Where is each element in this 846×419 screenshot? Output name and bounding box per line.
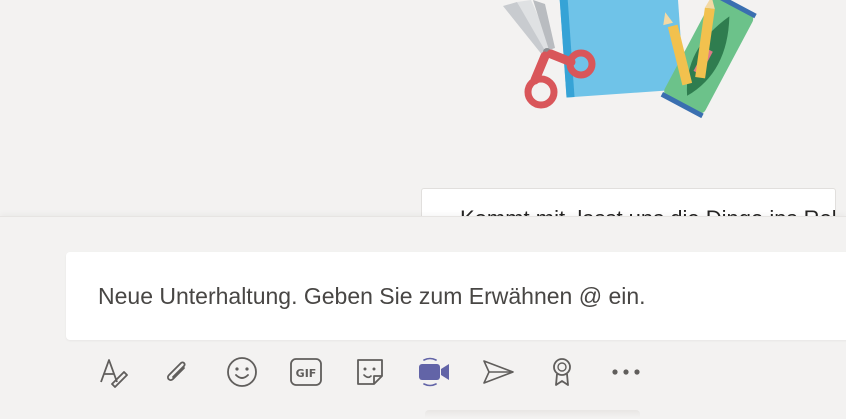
paperclip-icon bbox=[162, 356, 192, 388]
more-options-icon bbox=[609, 367, 643, 377]
emoji-icon bbox=[225, 355, 259, 389]
gif-button[interactable]: GIF bbox=[286, 352, 326, 392]
emoji-button[interactable] bbox=[222, 352, 262, 392]
gif-label: GIF bbox=[296, 367, 317, 380]
format-icon bbox=[96, 356, 130, 388]
new-conversation-input[interactable]: Neue Unterhaltung. Geben Sie zum Erwähne… bbox=[66, 252, 846, 340]
format-button[interactable] bbox=[93, 352, 133, 392]
stream-button[interactable] bbox=[478, 352, 518, 392]
award-ribbon-icon bbox=[549, 356, 575, 388]
popup-edge bbox=[425, 410, 640, 418]
meet-now-button[interactable] bbox=[414, 352, 454, 392]
attach-button[interactable] bbox=[157, 352, 197, 392]
sticker-button[interactable] bbox=[350, 352, 390, 392]
praise-button[interactable] bbox=[542, 352, 582, 392]
school-supplies-illustration bbox=[495, 0, 765, 120]
compose-toolbar: GIF bbox=[0, 352, 846, 392]
video-camera-icon bbox=[416, 357, 452, 387]
compose-placeholder: Neue Unterhaltung. Geben Sie zum Erwähne… bbox=[98, 283, 646, 309]
gif-icon: GIF bbox=[289, 357, 323, 387]
sticker-icon bbox=[354, 356, 386, 388]
send-arrow-icon bbox=[480, 357, 516, 387]
more-options-button[interactable] bbox=[606, 352, 646, 392]
